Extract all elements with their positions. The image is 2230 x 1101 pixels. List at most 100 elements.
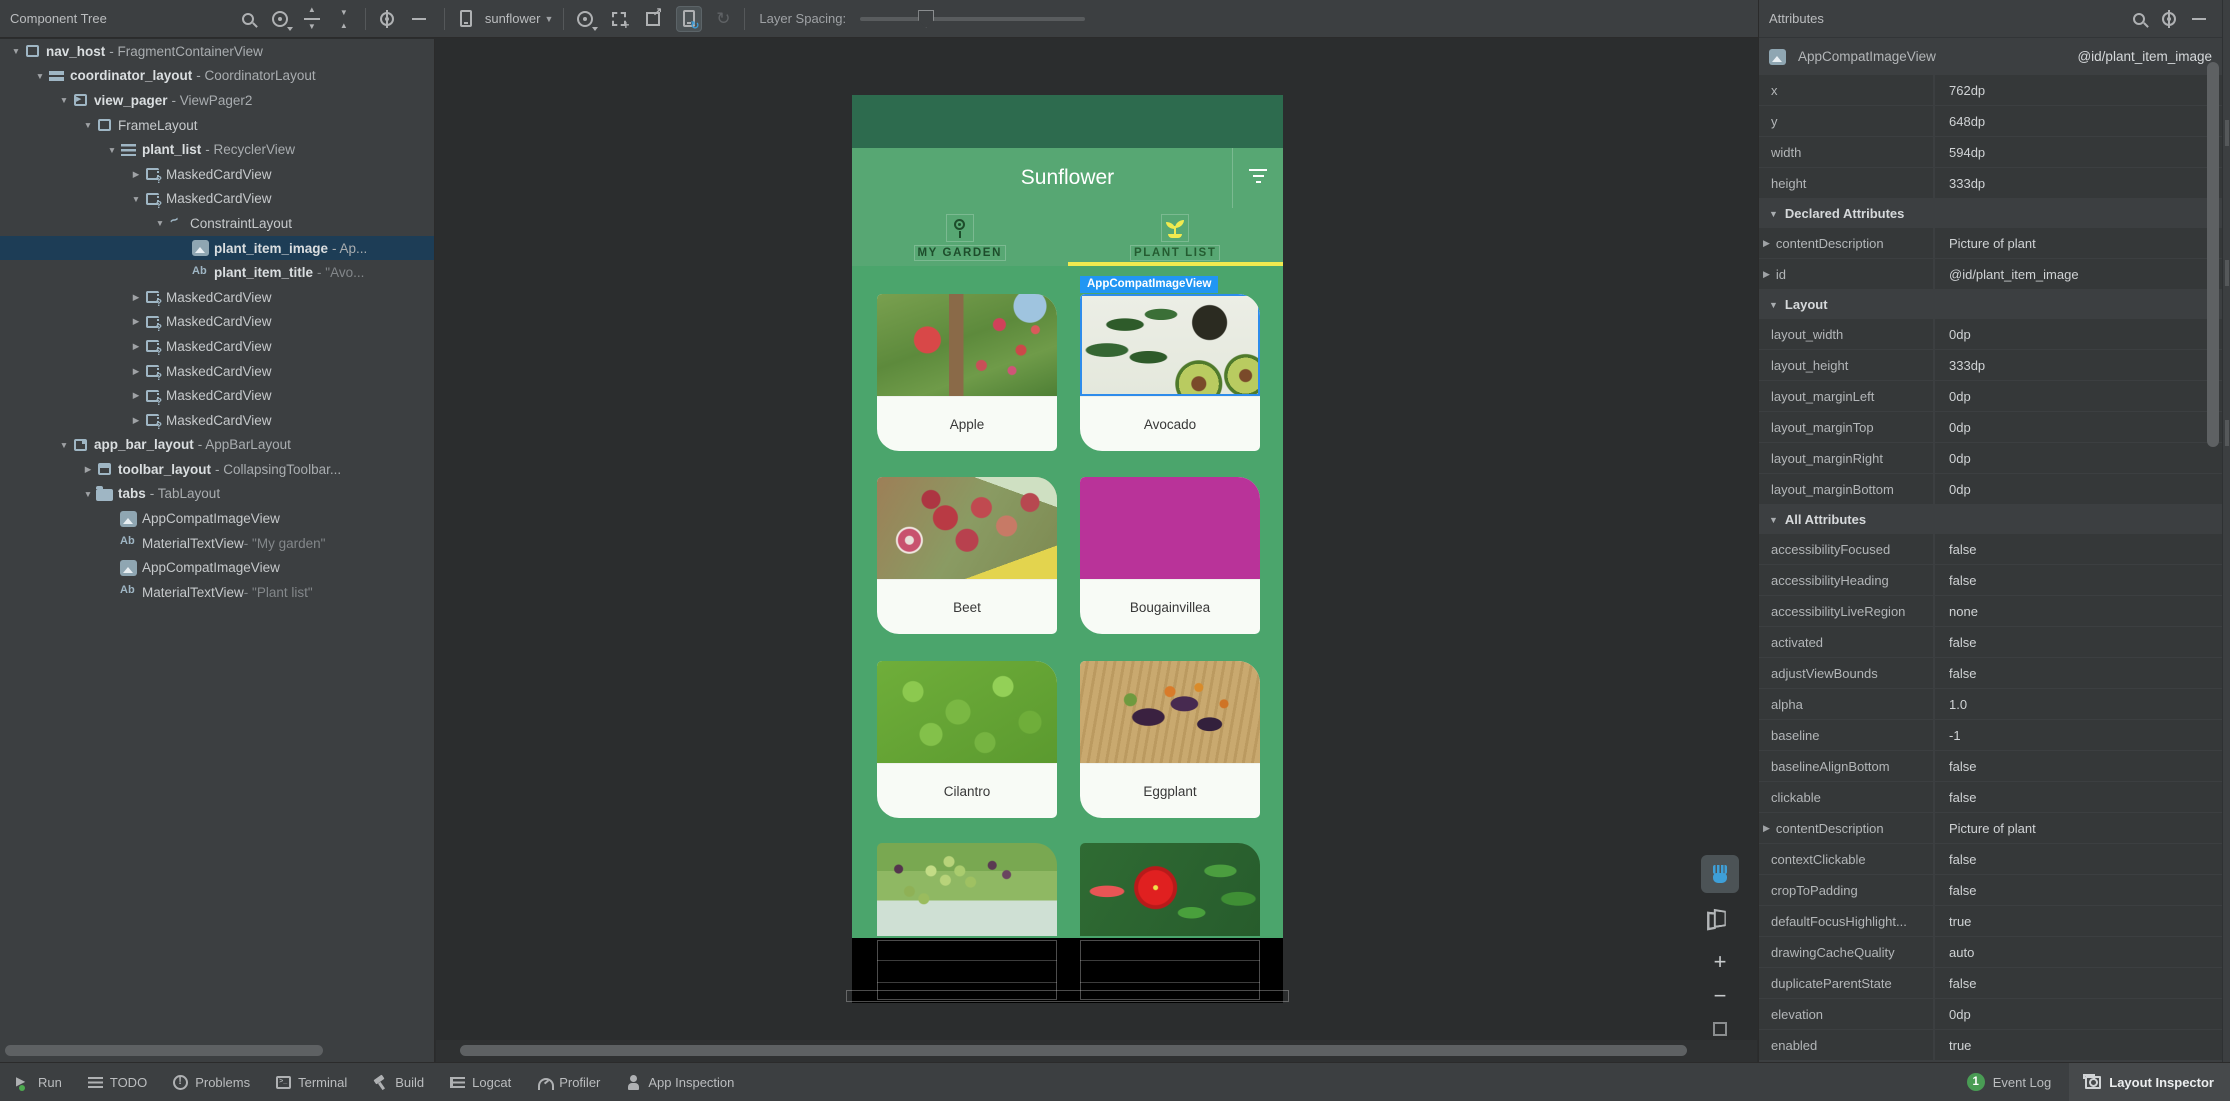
plant-card[interactable] — [877, 843, 1057, 936]
tree-row-plant_item_title[interactable]: Ab plant_item_title - "Avo... — [0, 260, 434, 285]
plant-card[interactable] — [1080, 843, 1260, 936]
collapse-all-icon[interactable] — [331, 6, 357, 32]
attr-row-layoutmarginTop[interactable]: layout_marginTop 0dp — [1759, 412, 2222, 443]
tree-chevron-icon[interactable]: ▶ — [128, 292, 144, 303]
settings-icon[interactable] — [374, 6, 400, 32]
tree-chevron-icon[interactable]: ▶ — [128, 366, 144, 377]
device-selector[interactable]: sunflower — [485, 11, 541, 26]
tree-chevron-icon[interactable]: ▼ — [80, 120, 96, 130]
tree-row[interactable]: Ab MaterialTextView - "My garden" — [0, 531, 434, 556]
tree-chevron-icon[interactable]: ▼ — [8, 46, 24, 56]
refresh-icon[interactable]: ↻ — [710, 6, 736, 32]
attr-row-accessibilityHeading[interactable]: accessibilityHeading false — [1759, 565, 2222, 596]
attr-row-baseline[interactable]: baseline -1 — [1759, 720, 2222, 751]
toolwindow-run[interactable]: Run — [16, 1074, 62, 1091]
attr-row-y[interactable]: y 648dp — [1759, 106, 2222, 137]
toolwindow-logcat[interactable]: Logcat — [450, 1075, 511, 1090]
tree-row[interactable]: AppCompatImageView — [0, 506, 434, 531]
attr-row-width[interactable]: width 594dp — [1759, 137, 2222, 168]
settings-icon[interactable] — [2156, 6, 2182, 32]
tree-chevron-icon[interactable]: ▶ — [128, 169, 144, 180]
tree-chevron-icon[interactable]: ▶ — [128, 390, 144, 401]
tree-row[interactable]: Ab MaterialTextView - "Plant list" — [0, 580, 434, 605]
tree-chevron-icon[interactable]: ▼ — [56, 440, 72, 450]
tab-my-garden[interactable]: MY GARDEN — [852, 208, 1068, 266]
attr-row-contentDescription[interactable]: ▶ contentDescription Picture of plant — [1759, 813, 2222, 844]
attr-row-activated[interactable]: activated false — [1759, 627, 2222, 658]
attr-row-height[interactable]: height 333dp — [1759, 168, 2222, 199]
avocado-photo[interactable] — [1080, 294, 1260, 396]
event-log-tab[interactable]: 1 Event Log — [1949, 1063, 2070, 1101]
cilantro-photo[interactable] — [877, 661, 1057, 763]
attr-row-elevation[interactable]: elevation 0dp — [1759, 999, 2222, 1030]
toolwindow-problems[interactable]: Problems — [173, 1074, 250, 1090]
tree-row-coordinator_layout[interactable]: ▼ coordinator_layout - CoordinatorLayout — [0, 64, 434, 89]
tree-row-toolbar_layout[interactable]: ▶ toolbar_layout - CollapsingToolbar... — [0, 457, 434, 482]
export-icon[interactable] — [640, 5, 666, 32]
attr-row-clickable[interactable]: clickable false — [1759, 782, 2222, 813]
tree-row[interactable]: ▼ MaskedCardView — [0, 187, 434, 212]
tree-row[interactable]: ▶ MaskedCardView — [0, 408, 434, 433]
attr-section-header[interactable]: ▼ Layout — [1759, 290, 2222, 319]
eggplant-photo[interactable] — [1080, 661, 1260, 763]
layer-spacing-slider[interactable] — [860, 9, 1086, 28]
toolwindow-profiler[interactable]: Profiler — [537, 1075, 600, 1090]
attr-row-drawingCacheQuality[interactable]: drawingCacheQuality auto — [1759, 937, 2222, 968]
attr-row-layoutheight[interactable]: layout_height 333dp — [1759, 350, 2222, 381]
toolwindow-terminal[interactable]: Terminal — [276, 1075, 347, 1090]
tree-row[interactable]: ▼ ConstraintLayout — [0, 211, 434, 236]
tree-row[interactable]: ▶ MaskedCardView — [0, 383, 434, 408]
tree-row-plant_list[interactable]: ▼ plant_list - RecyclerView — [0, 137, 434, 162]
hide-panel-icon[interactable] — [2186, 6, 2212, 32]
view-options-icon[interactable] — [267, 6, 293, 32]
attr-section-header[interactable]: ▼ All Attributes — [1759, 505, 2222, 534]
view-options-icon[interactable] — [572, 6, 599, 32]
attr-row-enabled[interactable]: enabled true — [1759, 1030, 2222, 1061]
tree-chevron-icon[interactable]: ▼ — [128, 194, 144, 204]
zoom-in-button[interactable]: + — [1701, 947, 1739, 977]
zoom-out-button[interactable]: − — [1701, 983, 1739, 1009]
attr-row-cropToPadding[interactable]: cropToPadding false — [1759, 875, 2222, 906]
tree-chevron-icon[interactable]: ▼ — [104, 145, 120, 155]
plant-card-apple[interactable]: Apple — [877, 294, 1057, 451]
attr-row-contentDescription[interactable]: ▶ contentDescription Picture of plant — [1759, 228, 2222, 259]
plant-card-beet[interactable]: Beet — [877, 477, 1057, 634]
live-updates-toggle[interactable] — [676, 5, 703, 32]
tree-row-nav_host[interactable]: ▼ nav_host - FragmentContainerView — [0, 39, 434, 64]
plant-card-cilantro[interactable]: Cilantro — [877, 661, 1057, 818]
attr-row-x[interactable]: x 762dp — [1759, 75, 2222, 106]
hibiscus-photo[interactable] — [1080, 843, 1260, 936]
tree-chevron-icon[interactable]: ▼ — [152, 218, 168, 228]
tree-hscrollbar[interactable] — [0, 1040, 435, 1062]
plant-card-bougainvillea[interactable]: Bougainvillea — [1080, 477, 1260, 634]
attr-row-layoutmarginBottom[interactable]: layout_marginBottom 0dp — [1759, 474, 2222, 505]
apple-photo[interactable] — [877, 294, 1057, 396]
tree-chevron-icon[interactable]: ▼ — [80, 489, 96, 499]
tree-chevron-icon[interactable]: ▶ — [128, 415, 144, 426]
tree-chevron-icon[interactable]: ▼ — [32, 71, 48, 81]
tab-plant-list[interactable]: PLANT LIST — [1067, 208, 1283, 266]
attr-row-layoutmarginLeft[interactable]: layout_marginLeft 0dp — [1759, 381, 2222, 412]
tree-row-view_pager[interactable]: ▼ view_pager- ViewPager2 — [0, 88, 434, 113]
attr-row-layoutmarginRight[interactable]: layout_marginRight 0dp — [1759, 443, 2222, 474]
search-icon[interactable] — [2126, 6, 2152, 32]
zoom-to-fit-button[interactable] — [1701, 1015, 1739, 1043]
canvas-hscrollbar[interactable] — [436, 1040, 1757, 1062]
attr-row-id[interactable]: ▶ id @id/plant_item_image — [1759, 259, 2222, 290]
filter-icon[interactable] — [1247, 168, 1269, 184]
toolwindow-todo[interactable]: TODO — [87, 1075, 147, 1090]
attr-row-duplicateParentState[interactable]: duplicateParentState false — [1759, 968, 2222, 999]
tree-row[interactable]: ▶ MaskedCardView — [0, 334, 434, 359]
tree-row[interactable]: ▶ MaskedCardView — [0, 359, 434, 384]
toolwindow-app-inspection[interactable]: App Inspection — [626, 1074, 734, 1090]
tree-chevron-icon[interactable]: ▶ — [80, 464, 96, 475]
toolwindow-build[interactable]: Build — [373, 1075, 424, 1090]
tree-row[interactable]: ▶ MaskedCardView — [0, 162, 434, 187]
attr-row-adjustViewBounds[interactable]: adjustViewBounds false — [1759, 658, 2222, 689]
attr-row-accessibilityFocused[interactable]: accessibilityFocused false — [1759, 534, 2222, 565]
attr-row-defaultFocusHighlight[interactable]: defaultFocusHighlight... true — [1759, 906, 2222, 937]
tree-row-tabs[interactable]: ▼ tabs - TabLayout — [0, 482, 434, 507]
tree-row[interactable]: AppCompatImageView — [0, 555, 434, 580]
tree-chevron-icon[interactable]: ▼ — [56, 95, 72, 105]
pick-target-icon[interactable] — [606, 6, 632, 32]
